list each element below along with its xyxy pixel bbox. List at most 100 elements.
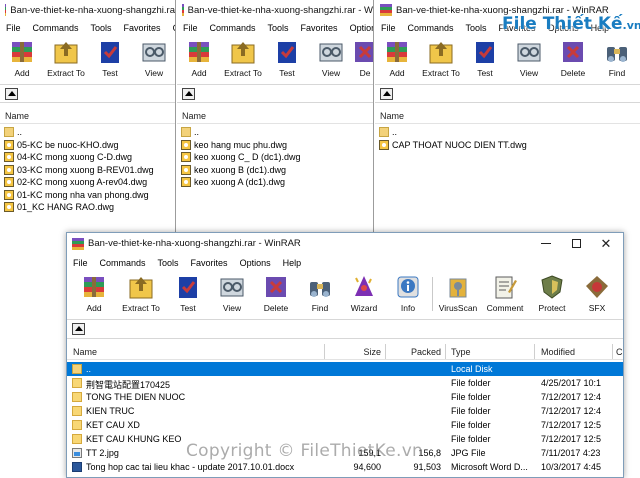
table-row[interactable]: KET CAU XD File folder 7/12/2017 12:5	[67, 418, 623, 432]
file-name: CAP THOAT NUOC DIEN TT.dwg	[392, 139, 527, 150]
folder-icon	[72, 378, 82, 388]
list-item[interactable]: keo xuong C_ D (dc1).dwg	[177, 151, 373, 164]
virusscan-button[interactable]: VirusScan	[435, 271, 481, 317]
file-name: 05-KC be nuoc-KHO.dwg	[17, 139, 119, 150]
info-button[interactable]: Info	[386, 271, 430, 317]
menu-commands[interactable]: Commands	[27, 23, 85, 33]
menu-options[interactable]: Op	[167, 23, 175, 33]
add-button[interactable]: Add	[177, 36, 221, 82]
delete-button[interactable]: De	[353, 36, 373, 82]
list-item[interactable]: CAP THOAT NUOC DIEN TT.dwg	[375, 139, 640, 152]
up-folder-icon[interactable]	[72, 323, 85, 335]
delete-button[interactable]: Delete	[254, 271, 298, 317]
winrar-app-icon	[182, 4, 184, 16]
up-folder-icon[interactable]	[380, 87, 393, 100]
extract-to-button[interactable]: Extract To	[44, 36, 88, 82]
list-item[interactable]: ..	[375, 126, 640, 139]
view-button[interactable]: View	[507, 36, 551, 82]
column-packed[interactable]: Packed	[387, 347, 441, 357]
title-bar[interactable]: Ban-ve-thiet-ke-nha-xuong-shangzhi.ra	[0, 0, 175, 20]
menu-file[interactable]: File	[0, 23, 27, 33]
title-bar[interactable]: Ban-ve-thiet-ke-nha-xuong-shangzhi.rar -…	[67, 233, 623, 254]
wizard-button[interactable]: Wizard	[342, 271, 386, 317]
minimize-button[interactable]	[531, 233, 561, 253]
test-button[interactable]: Test	[88, 36, 132, 82]
list-item[interactable]: 01_KC HANG RAO.dwg	[0, 201, 175, 214]
test-button[interactable]: Test	[166, 271, 210, 317]
up-folder-icon[interactable]	[182, 87, 195, 100]
file-name: keo hang muc phu.dwg	[194, 139, 288, 150]
table-row[interactable]: TONG THE DIEN NUOC File folder 7/12/2017…	[67, 390, 623, 404]
column-header-name[interactable]: Name	[375, 108, 640, 124]
menu-file[interactable]: File	[67, 258, 94, 268]
menu-favorites[interactable]: Favorites	[185, 258, 234, 268]
test-button[interactable]: Test	[265, 36, 309, 82]
list-item[interactable]: ..	[0, 126, 175, 139]
protect-button[interactable]: Protect	[529, 271, 575, 317]
menu-tools[interactable]: Tools	[262, 23, 295, 33]
find-button[interactable]: Find	[595, 36, 639, 82]
list-item[interactable]: keo xuong A (dc1).dwg	[177, 176, 373, 189]
view-button[interactable]: View	[210, 271, 254, 317]
extract-to-button[interactable]: Extract To	[116, 271, 166, 317]
logo-text: File Thiết Kế	[502, 14, 623, 34]
add-button[interactable]: Add	[72, 271, 116, 317]
cell-name: TONG THE DIEN NUOC	[86, 392, 186, 402]
list-item[interactable]: ..	[177, 126, 373, 139]
word-document-icon	[72, 462, 82, 472]
menu-options[interactable]: Options	[234, 258, 277, 268]
extract-to-button[interactable]: Extract To	[221, 36, 265, 82]
column-crc[interactable]: C	[616, 347, 623, 357]
menu-file[interactable]: File	[177, 23, 204, 33]
view-button[interactable]: View	[132, 36, 175, 82]
column-type[interactable]: Type	[451, 347, 471, 357]
add-button[interactable]: Add	[375, 36, 419, 82]
column-header-name[interactable]: Name	[0, 108, 175, 124]
sfx-button[interactable]: SFX	[575, 271, 619, 317]
delete-button[interactable]: Delete	[551, 36, 595, 82]
menu-options[interactable]: Options	[344, 23, 373, 33]
test-button[interactable]: Test	[463, 36, 507, 82]
menu-commands[interactable]: Commands	[204, 23, 262, 33]
extract-to-button[interactable]: Extract To	[419, 36, 463, 82]
menu-commands[interactable]: Commands	[402, 23, 460, 33]
column-header-name[interactable]: Name	[177, 108, 373, 124]
find-button[interactable]: Find	[298, 271, 342, 317]
close-button[interactable]: ✕	[591, 233, 621, 253]
menu-tools[interactable]: Tools	[85, 23, 118, 33]
extract-to-label: Extract To	[224, 68, 262, 78]
menu-tools[interactable]: Tools	[460, 23, 493, 33]
cell-type: Microsoft Word D...	[451, 462, 528, 472]
menu-file[interactable]: File	[375, 23, 402, 33]
list-item[interactable]: 01-KC mong nha van phong.dwg	[0, 189, 175, 202]
table-row[interactable]: Tong hop cac tai lieu khac - update 2017…	[67, 460, 623, 474]
menu-favorites[interactable]: Favorites	[295, 23, 344, 33]
table-row[interactable]: 荆智電站配置170425 File folder 4/25/2017 10:1	[67, 376, 623, 390]
list-item[interactable]: keo hang muc phu.dwg	[177, 139, 373, 152]
list-item[interactable]: keo xuong B (dc1).dwg	[177, 164, 373, 177]
column-name[interactable]: Name	[73, 347, 97, 357]
view-button[interactable]: View	[309, 36, 353, 82]
column-modified[interactable]: Modified	[541, 347, 575, 357]
up-folder-icon[interactable]	[5, 87, 18, 100]
binoculars-icon	[604, 39, 630, 65]
add-button[interactable]: Add	[0, 36, 44, 82]
comment-button[interactable]: Comment	[481, 271, 529, 317]
cell-modified: 7/12/2017 12:5	[541, 434, 602, 444]
menu-tools[interactable]: Tools	[152, 258, 185, 268]
table-row[interactable]: .. Local Disk	[67, 362, 623, 376]
list-item[interactable]: 05-KC be nuoc-KHO.dwg	[0, 139, 175, 152]
list-item[interactable]: 02-KC mong xuong A-rev04.dwg	[0, 176, 175, 189]
address-bar	[0, 84, 175, 103]
menu-favorites[interactable]: Favorites	[118, 23, 167, 33]
menu-commands[interactable]: Commands	[94, 258, 152, 268]
dwg-file-icon	[379, 139, 389, 150]
column-size[interactable]: Size	[325, 347, 381, 357]
menu-help[interactable]: Help	[277, 258, 308, 268]
title-bar[interactable]: Ban-ve-thiet-ke-nha-xuong-shangzhi.rar -…	[177, 0, 373, 20]
maximize-button[interactable]	[561, 233, 591, 253]
list-item[interactable]: 03-KC mong xuong B-REV01.dwg	[0, 164, 175, 177]
table-row[interactable]: KIEN TRUC File folder 7/12/2017 12:4	[67, 404, 623, 418]
address-bar	[375, 84, 640, 103]
list-item[interactable]: 04-KC mong xuong C-D.dwg	[0, 151, 175, 164]
